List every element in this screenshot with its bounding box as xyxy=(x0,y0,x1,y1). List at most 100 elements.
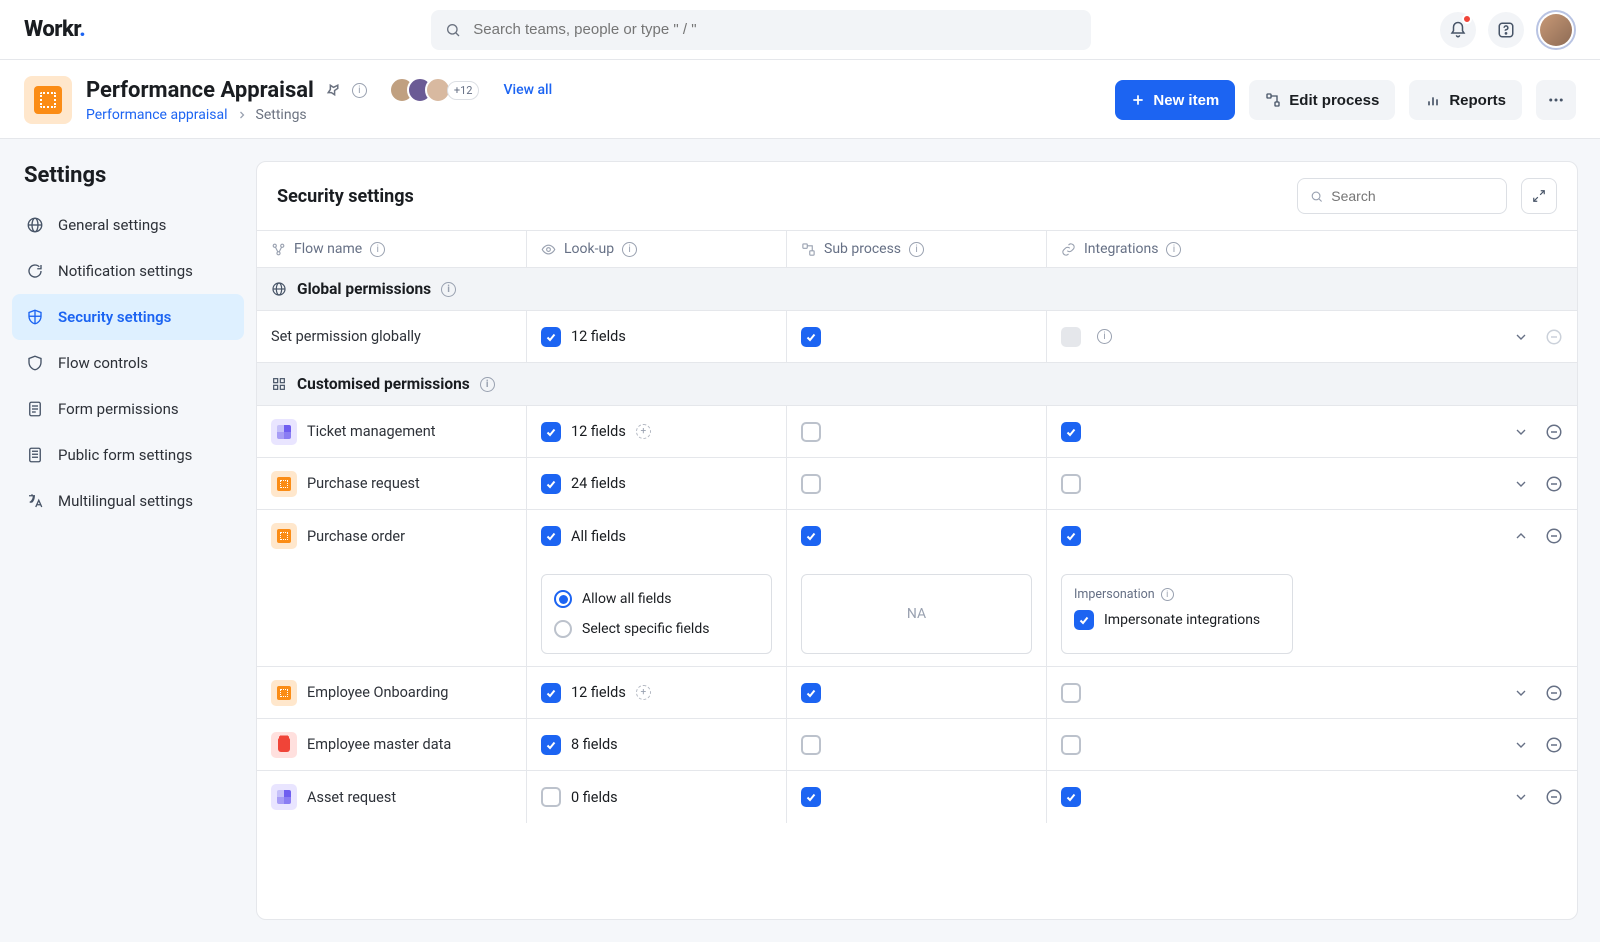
global-search[interactable] xyxy=(431,10,1091,50)
lookup-checkbox[interactable] xyxy=(541,474,561,494)
subprocess-checkbox[interactable] xyxy=(801,474,821,494)
sidebar-item-multilingual[interactable]: Multilingual settings xyxy=(12,478,244,524)
expand-toggle[interactable] xyxy=(1513,789,1529,805)
info-icon[interactable]: i xyxy=(909,242,924,257)
sidebar-item-label: Notification settings xyxy=(58,262,193,280)
breadcrumb-parent[interactable]: Performance appraisal xyxy=(86,107,228,123)
sidebar-item-form-perm[interactable]: Form permissions xyxy=(12,386,244,432)
translate-icon xyxy=(26,492,44,510)
sidebar-item-security[interactable]: Security settings xyxy=(12,294,244,340)
table-row: Employee master data 8 fields xyxy=(257,719,1577,771)
help-button[interactable] xyxy=(1488,12,1524,48)
integrations-checkbox[interactable] xyxy=(1061,526,1081,546)
col-label: Integrations xyxy=(1084,241,1158,257)
edit-process-button[interactable]: Edit process xyxy=(1249,80,1395,120)
sidebar-title: Settings xyxy=(12,163,244,202)
info-icon[interactable]: i xyxy=(441,282,456,297)
page-title: Performance Appraisal xyxy=(86,78,314,103)
new-item-button[interactable]: New item xyxy=(1115,80,1235,120)
remove-button[interactable] xyxy=(1545,736,1563,754)
remove-button[interactable] xyxy=(1545,788,1563,806)
sidebar-item-flow[interactable]: Flow controls xyxy=(12,340,244,386)
impersonate-checkbox[interactable] xyxy=(1074,610,1094,630)
expand-toggle[interactable] xyxy=(1513,476,1529,492)
panel-search-input[interactable] xyxy=(1331,188,1494,204)
table-row-expanded: Purchase order All fields xyxy=(257,510,1577,562)
subprocess-checkbox[interactable] xyxy=(801,683,821,703)
global-search-input[interactable] xyxy=(473,21,1077,38)
impersonate-label: Impersonate integrations xyxy=(1104,612,1260,628)
radio-specific[interactable]: Select specific fields xyxy=(554,620,759,638)
subprocess-checkbox[interactable] xyxy=(801,526,821,546)
flow-icon xyxy=(271,242,286,257)
subprocess-checkbox[interactable] xyxy=(801,327,821,347)
expand-toggle[interactable] xyxy=(1513,737,1529,753)
row-name: Asset request xyxy=(307,789,396,806)
avatar-image-icon xyxy=(1540,14,1572,46)
collapse-toggle[interactable] xyxy=(1513,528,1529,544)
notification-dot-icon xyxy=(1462,14,1472,24)
fields-count: 0 fields xyxy=(571,789,618,806)
notifications-button[interactable] xyxy=(1440,12,1476,48)
table-row: Asset request 0 fields xyxy=(257,771,1577,823)
info-icon[interactable]: i xyxy=(352,83,367,98)
section-global: Global permissions i xyxy=(257,268,1577,311)
integrations-checkbox[interactable] xyxy=(1061,683,1081,703)
lookup-checkbox[interactable] xyxy=(541,735,561,755)
expand-button[interactable] xyxy=(1521,178,1557,214)
radio-allow-all[interactable]: Allow all fields xyxy=(554,590,759,608)
integrations-checkbox[interactable] xyxy=(1061,735,1081,755)
expand-toggle[interactable] xyxy=(1513,329,1529,345)
lookup-checkbox[interactable] xyxy=(541,526,561,546)
lookup-checkbox[interactable] xyxy=(541,787,561,807)
expand-toggle[interactable] xyxy=(1513,424,1529,440)
subprocess-checkbox[interactable] xyxy=(801,422,821,442)
sidebar-item-label: General settings xyxy=(58,216,166,234)
reports-button[interactable]: Reports xyxy=(1409,80,1522,120)
info-icon[interactable]: i xyxy=(370,242,385,257)
contributors-stack[interactable]: +12 xyxy=(397,77,480,103)
section-title: Customised permissions xyxy=(297,375,470,393)
sidebar-item-general[interactable]: General settings xyxy=(12,202,244,248)
subprocess-checkbox[interactable] xyxy=(801,735,821,755)
help-icon xyxy=(1497,21,1515,39)
lookup-checkbox[interactable] xyxy=(541,683,561,703)
globe-icon xyxy=(271,281,287,297)
more-menu-button[interactable] xyxy=(1536,80,1576,120)
info-icon[interactable]: i xyxy=(480,377,495,392)
plus-icon xyxy=(1131,93,1145,107)
remove-button[interactable] xyxy=(1545,423,1563,441)
integrations-checkbox[interactable] xyxy=(1061,422,1081,442)
row-name: Employee master data xyxy=(307,736,451,753)
expand-toggle[interactable] xyxy=(1513,685,1529,701)
logo[interactable]: Workr. xyxy=(24,17,85,42)
panel-search[interactable] xyxy=(1297,178,1507,214)
section-title: Global permissions xyxy=(297,280,431,298)
info-icon[interactable]: i xyxy=(1097,329,1112,344)
info-icon[interactable]: i xyxy=(1166,242,1181,257)
edit-process-label: Edit process xyxy=(1289,92,1379,109)
remove-button[interactable] xyxy=(1545,684,1563,702)
flow-type-icon xyxy=(271,680,297,706)
add-field-icon[interactable]: + xyxy=(636,424,651,439)
remove-button[interactable] xyxy=(1545,527,1563,545)
shield-outline-icon xyxy=(26,354,44,372)
info-icon[interactable]: i xyxy=(1161,588,1174,601)
integrations-checkbox[interactable] xyxy=(1061,787,1081,807)
sidebar-item-label: Form permissions xyxy=(58,400,179,418)
sidebar-item-label: Multilingual settings xyxy=(58,492,193,510)
view-all-link[interactable]: View all xyxy=(503,82,552,98)
form-icon xyxy=(26,446,44,464)
user-avatar[interactable] xyxy=(1536,10,1576,50)
lookup-checkbox[interactable] xyxy=(541,422,561,442)
sidebar-item-public-form[interactable]: Public form settings xyxy=(12,432,244,478)
lookup-checkbox[interactable] xyxy=(541,327,561,347)
remove-button[interactable] xyxy=(1545,475,1563,493)
add-field-icon[interactable]: + xyxy=(636,685,651,700)
integrations-checkbox[interactable] xyxy=(1061,474,1081,494)
sidebar-item-notification[interactable]: Notification settings xyxy=(12,248,244,294)
info-icon[interactable]: i xyxy=(622,242,637,257)
pin-icon[interactable] xyxy=(324,81,342,99)
avatar-overflow-count[interactable]: +12 xyxy=(447,81,480,100)
subprocess-checkbox[interactable] xyxy=(801,787,821,807)
